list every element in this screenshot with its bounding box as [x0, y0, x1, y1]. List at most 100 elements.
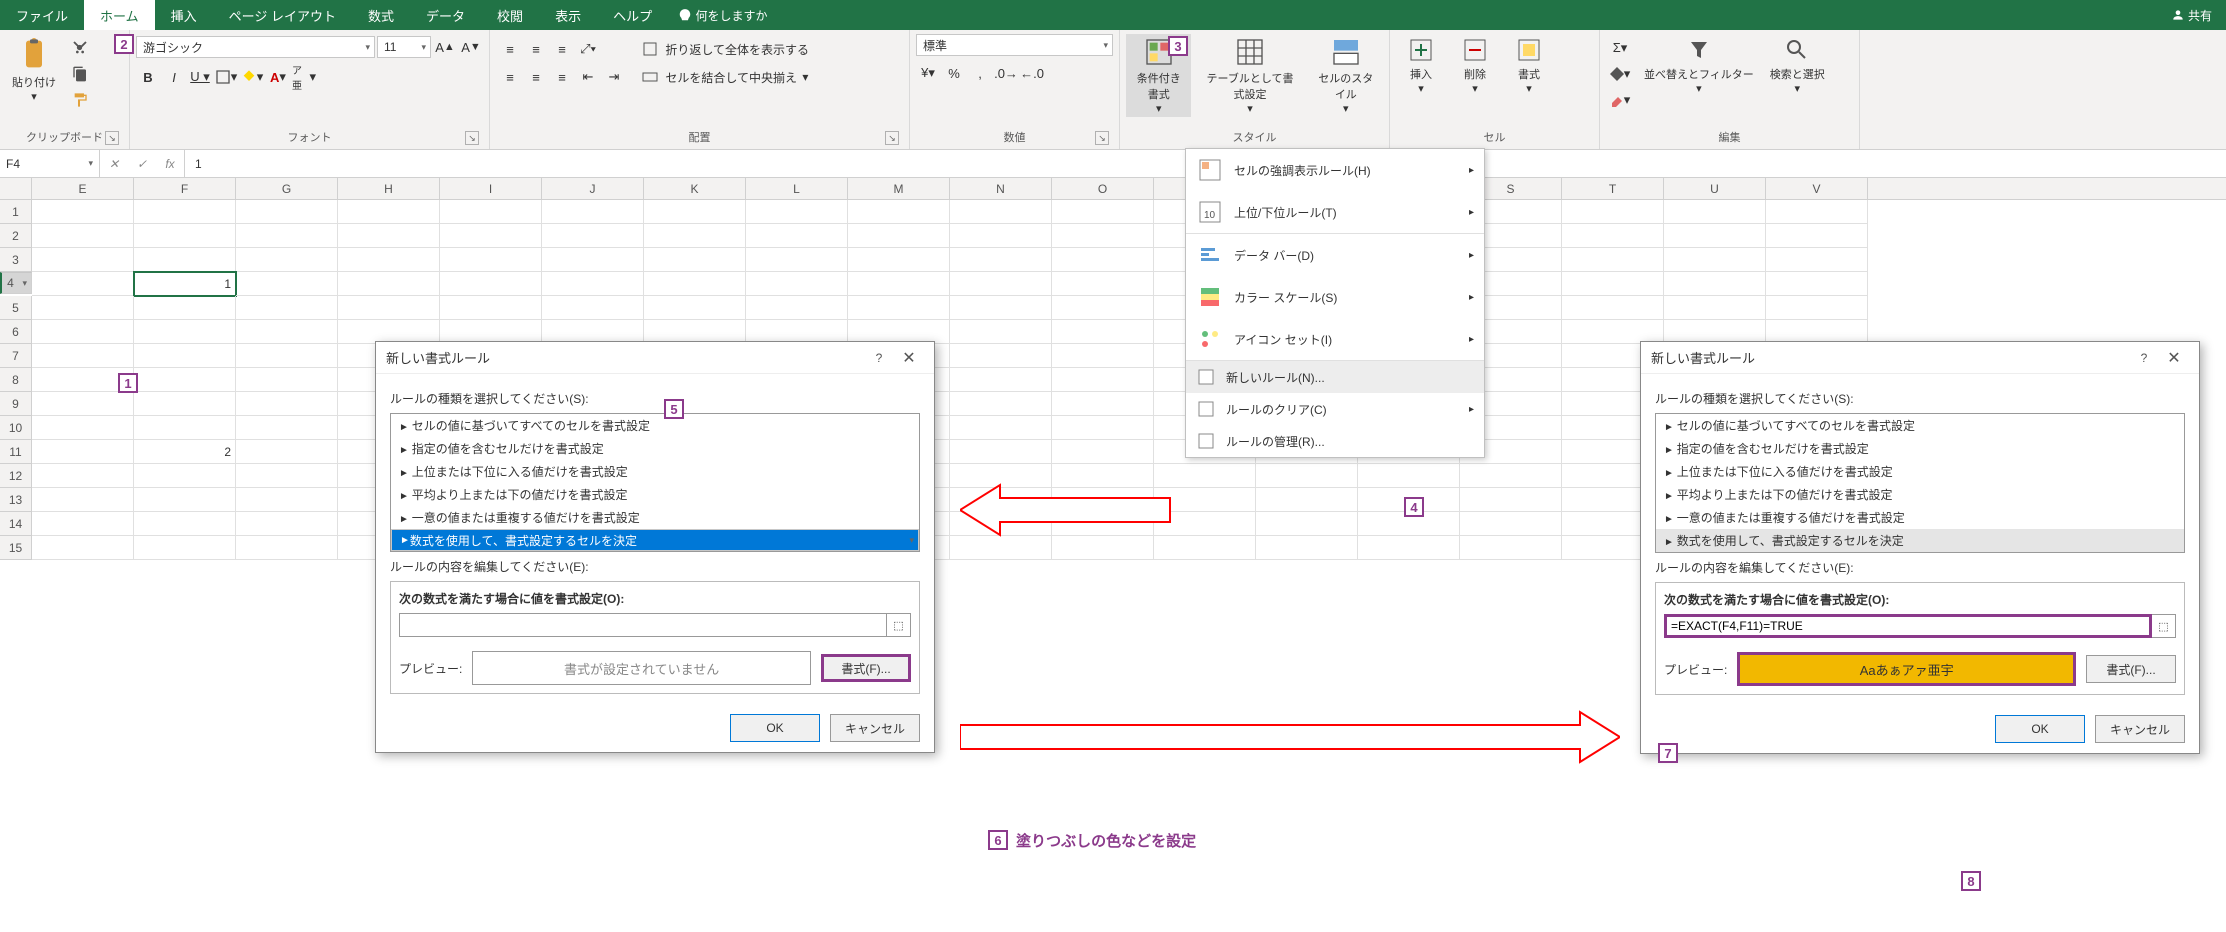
cell-N8[interactable]: [950, 368, 1052, 392]
row-header-7[interactable]: 7: [0, 344, 32, 368]
cell-styles-button[interactable]: セルのスタイル▾: [1309, 34, 1383, 117]
cell-N10[interactable]: [950, 416, 1052, 440]
format-button[interactable]: 書式(F)...: [2086, 655, 2176, 683]
col-header-O[interactable]: O: [1052, 178, 1154, 199]
cell-Q12[interactable]: [1256, 464, 1358, 488]
sort-filter-button[interactable]: 並べ替えとフィルター▾: [1638, 34, 1760, 97]
col-header-K[interactable]: K: [644, 178, 746, 199]
number-launcher[interactable]: ↘: [1095, 131, 1109, 145]
format-painter-button[interactable]: [68, 88, 92, 112]
cell-H1[interactable]: [338, 200, 440, 224]
fill-button[interactable]: ▾: [1608, 62, 1632, 86]
cell-F5[interactable]: [134, 296, 236, 320]
cell-O4[interactable]: [1052, 272, 1154, 296]
cell-Q15[interactable]: [1256, 536, 1358, 560]
cell-M1[interactable]: [848, 200, 950, 224]
cell-K1[interactable]: [644, 200, 746, 224]
row-header-12[interactable]: 12: [0, 464, 32, 488]
row-header-9[interactable]: 9: [0, 392, 32, 416]
cell-V4[interactable]: [1766, 272, 1868, 296]
col-header-I[interactable]: I: [440, 178, 542, 199]
row-header-4[interactable]: 4: [0, 272, 32, 294]
cell-J2[interactable]: [542, 224, 644, 248]
tab-formulas[interactable]: 数式: [352, 0, 410, 30]
menu-clear-rules[interactable]: ルールのクリア(C)▸: [1186, 393, 1484, 425]
cell-E11[interactable]: [32, 440, 134, 464]
cell-H4[interactable]: [338, 272, 440, 296]
tab-pagelayout[interactable]: ページ レイアウト: [213, 0, 352, 30]
orientation-button[interactable]: ⤢▾: [576, 37, 600, 61]
col-header-V[interactable]: V: [1766, 178, 1868, 199]
col-header-E[interactable]: E: [32, 178, 134, 199]
cell-K4[interactable]: [644, 272, 746, 296]
cell-L3[interactable]: [746, 248, 848, 272]
cell-S13[interactable]: [1460, 488, 1562, 512]
col-header-M[interactable]: M: [848, 178, 950, 199]
cell-N7[interactable]: [950, 344, 1052, 368]
row-header-8[interactable]: 8: [0, 368, 32, 392]
rule-type-list[interactable]: セルの値に基づいてすべてのセルを書式設定 指定の値を含むセルだけを書式設定 上位…: [390, 413, 920, 552]
cell-V5[interactable]: [1766, 296, 1868, 320]
copy-button[interactable]: [68, 62, 92, 86]
cell-E15[interactable]: [32, 536, 134, 560]
cell-F2[interactable]: [134, 224, 236, 248]
tab-insert[interactable]: 挿入: [155, 0, 213, 30]
cell-E4[interactable]: [32, 272, 134, 296]
col-header-H[interactable]: H: [338, 178, 440, 199]
cell-F9[interactable]: [134, 392, 236, 416]
cell-O9[interactable]: [1052, 392, 1154, 416]
percent-button[interactable]: %: [942, 61, 966, 85]
range-selector-button[interactable]: ⬚: [887, 613, 911, 637]
rule-type-1[interactable]: 指定の値を含むセルだけを書式設定: [1656, 437, 2184, 460]
decrease-decimal-button[interactable]: ←.0: [1020, 61, 1044, 85]
cell-G1[interactable]: [236, 200, 338, 224]
cell-V2[interactable]: [1766, 224, 1868, 248]
cell-O5[interactable]: [1052, 296, 1154, 320]
tab-home[interactable]: ホーム: [84, 0, 155, 30]
cell-F14[interactable]: [134, 512, 236, 536]
cancel-formula-button[interactable]: ✕: [100, 150, 128, 177]
cell-G8[interactable]: [236, 368, 338, 392]
cell-O11[interactable]: [1052, 440, 1154, 464]
rule-type-list[interactable]: セルの値に基づいてすべてのセルを書式設定 指定の値を含むセルだけを書式設定 上位…: [1655, 413, 2185, 553]
cells-insert-button[interactable]: 挿入▾: [1396, 34, 1446, 97]
format-as-table-button[interactable]: テーブルとして書式設定▾: [1195, 34, 1304, 117]
cell-E6[interactable]: [32, 320, 134, 344]
bold-button[interactable]: B: [136, 65, 160, 89]
cell-I2[interactable]: [440, 224, 542, 248]
cell-G13[interactable]: [236, 488, 338, 512]
row-header-5[interactable]: 5: [0, 296, 32, 320]
menu-color-scales[interactable]: カラー スケール(S)▸: [1186, 276, 1484, 318]
cell-U2[interactable]: [1664, 224, 1766, 248]
row-header-13[interactable]: 13: [0, 488, 32, 512]
cell-N9[interactable]: [950, 392, 1052, 416]
cell-U4[interactable]: [1664, 272, 1766, 296]
find-select-button[interactable]: 検索と選択▾: [1764, 34, 1831, 97]
cell-F4[interactable]: 1: [134, 272, 236, 296]
cell-T3[interactable]: [1562, 248, 1664, 272]
cell-O1[interactable]: [1052, 200, 1154, 224]
cell-L1[interactable]: [746, 200, 848, 224]
rule-type-5[interactable]: 数式を使用して、書式設定するセルを決定: [1656, 529, 2184, 552]
cell-I1[interactable]: [440, 200, 542, 224]
row-header-15[interactable]: 15: [0, 536, 32, 560]
cell-N3[interactable]: [950, 248, 1052, 272]
col-header-U[interactable]: U: [1664, 178, 1766, 199]
border-button[interactable]: ▾: [214, 65, 238, 89]
cell-K3[interactable]: [644, 248, 746, 272]
cell-L4[interactable]: [746, 272, 848, 296]
clipboard-launcher[interactable]: ↘: [105, 131, 119, 145]
number-format-select[interactable]: 標準: [916, 34, 1113, 56]
cell-I5[interactable]: [440, 296, 542, 320]
menu-highlight-rules[interactable]: セルの強調表示ルール(H)▸: [1186, 149, 1484, 191]
cell-V1[interactable]: [1766, 200, 1868, 224]
cell-O3[interactable]: [1052, 248, 1154, 272]
cell-U5[interactable]: [1664, 296, 1766, 320]
cell-Q14[interactable]: [1256, 512, 1358, 536]
fill-color-button[interactable]: ▾: [240, 65, 264, 89]
cell-E7[interactable]: [32, 344, 134, 368]
paste-button[interactable]: 貼り付け▾: [6, 34, 62, 105]
col-header-G[interactable]: G: [236, 178, 338, 199]
tab-view[interactable]: 表示: [539, 0, 597, 30]
alignment-launcher[interactable]: ↘: [885, 131, 899, 145]
